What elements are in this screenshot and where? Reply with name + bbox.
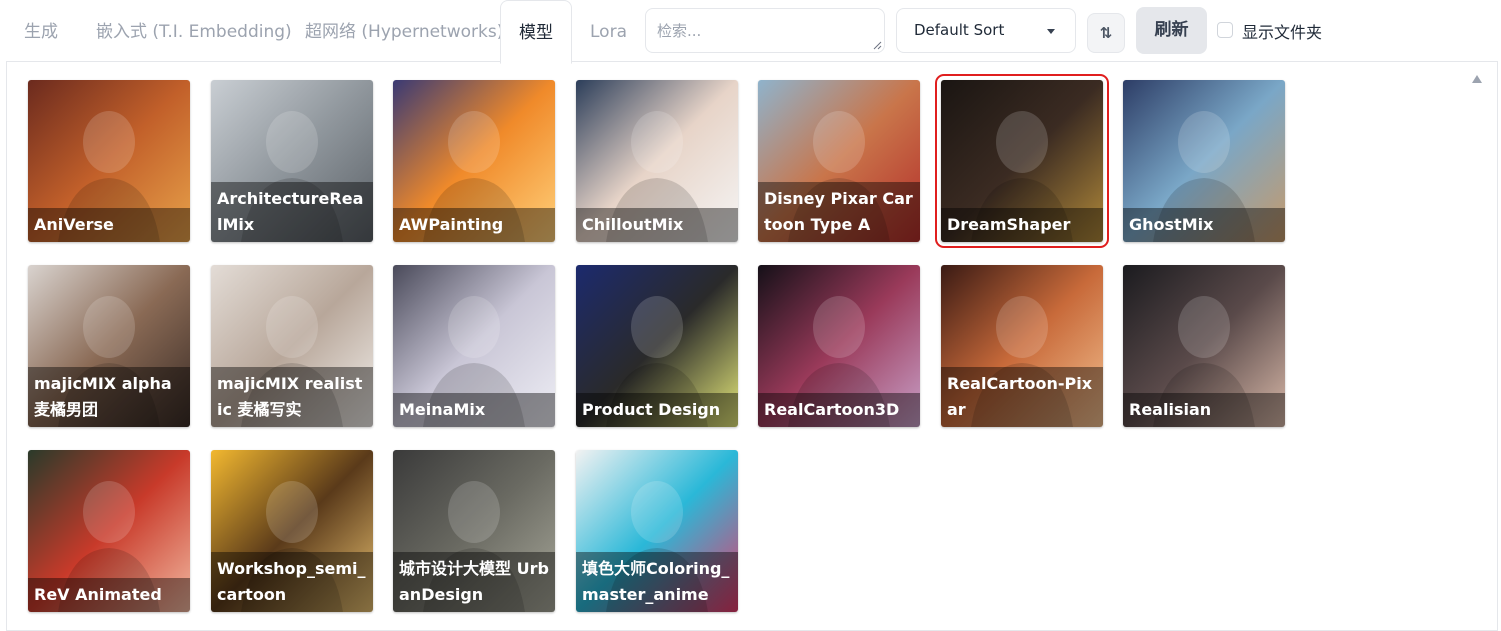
- model-card[interactable]: RealCartoon-Pixar: [941, 265, 1103, 427]
- model-card[interactable]: 填色大师Coloring_master_anime: [576, 450, 738, 612]
- resize-grip-icon[interactable]: [873, 41, 882, 50]
- sort-direction-button[interactable]: ⇅: [1087, 13, 1125, 53]
- model-card[interactable]: 城市设计大模型 UrbanDesign: [393, 450, 555, 612]
- top-bar: 生成 嵌入式 (T.I. Embedding) 超网络 (Hypernetwor…: [0, 0, 1501, 64]
- model-card-label: MeinaMix: [393, 393, 555, 427]
- sort-dropdown[interactable]: Default Sort: [896, 8, 1076, 53]
- model-card-label: Workshop_semi_cartoon: [211, 552, 373, 612]
- sort-dropdown-value: Default Sort: [914, 21, 1005, 39]
- model-card[interactable]: Realisian: [1123, 265, 1285, 427]
- model-card[interactable]: RealCartoon3D: [758, 265, 920, 427]
- model-card[interactable]: ChilloutMix: [576, 80, 738, 242]
- model-card-label: RealCartoon3D: [758, 393, 920, 427]
- model-card[interactable]: AniVerse: [28, 80, 190, 242]
- model-card-label: DreamShaper: [941, 208, 1103, 242]
- show-folders-checkbox[interactable]: [1217, 22, 1233, 38]
- model-card-label: 填色大师Coloring_master_anime: [576, 552, 738, 612]
- search-box: [645, 8, 885, 53]
- model-card[interactable]: Product Design: [576, 265, 738, 427]
- model-card[interactable]: AWPainting: [393, 80, 555, 242]
- model-card[interactable]: majicMIX realistic 麦橘写实: [211, 265, 373, 427]
- refresh-button[interactable]: 刷新: [1136, 7, 1207, 54]
- model-card[interactable]: Workshop_semi_cartoon: [211, 450, 373, 612]
- model-card[interactable]: Disney Pixar Cartoon Type A: [758, 80, 920, 242]
- sort-direction-icon: ⇅: [1099, 24, 1113, 42]
- model-card[interactable]: MeinaMix: [393, 265, 555, 427]
- tab-hypernetworks[interactable]: 超网络 (Hypernetworks): [305, 0, 503, 62]
- model-card-label: AWPainting: [393, 208, 555, 242]
- model-card-label: RealCartoon-Pixar: [941, 367, 1103, 427]
- model-card-label: majicMIX realistic 麦橘写实: [211, 367, 373, 427]
- tab-generate[interactable]: 生成: [24, 0, 58, 62]
- model-card[interactable]: ReV Animated: [28, 450, 190, 612]
- model-card-label: AniVerse: [28, 208, 190, 242]
- search-input[interactable]: [645, 8, 885, 53]
- model-card[interactable]: ArchitectureRealMix: [211, 80, 373, 242]
- model-card-label: ReV Animated: [28, 578, 190, 612]
- model-card-label: ArchitectureRealMix: [211, 182, 373, 242]
- model-card[interactable]: GhostMix: [1123, 80, 1285, 242]
- model-card-label: GhostMix: [1123, 208, 1285, 242]
- model-card[interactable]: majicMIX alpha 麦橘男团: [28, 265, 190, 427]
- model-card-label: 城市设计大模型 UrbanDesign: [393, 552, 555, 612]
- model-card-label: majicMIX alpha 麦橘男团: [28, 367, 190, 427]
- tab-checkpoints[interactable]: 模型: [500, 0, 572, 64]
- tab-textual-inversion[interactable]: 嵌入式 (T.I. Embedding): [96, 0, 292, 62]
- scroll-up-arrow-icon[interactable]: [1472, 75, 1482, 83]
- model-card-label: Product Design: [576, 393, 738, 427]
- model-card-label: ChilloutMix: [576, 208, 738, 242]
- chevron-down-icon: [1047, 29, 1055, 34]
- tab-lora[interactable]: Lora: [590, 0, 627, 62]
- model-card-label: Disney Pixar Cartoon Type A: [758, 182, 920, 242]
- show-folders-label: 显示文件夹: [1242, 23, 1323, 42]
- model-card[interactable]: DreamShaper: [935, 74, 1109, 248]
- model-card-label: Realisian: [1123, 393, 1285, 427]
